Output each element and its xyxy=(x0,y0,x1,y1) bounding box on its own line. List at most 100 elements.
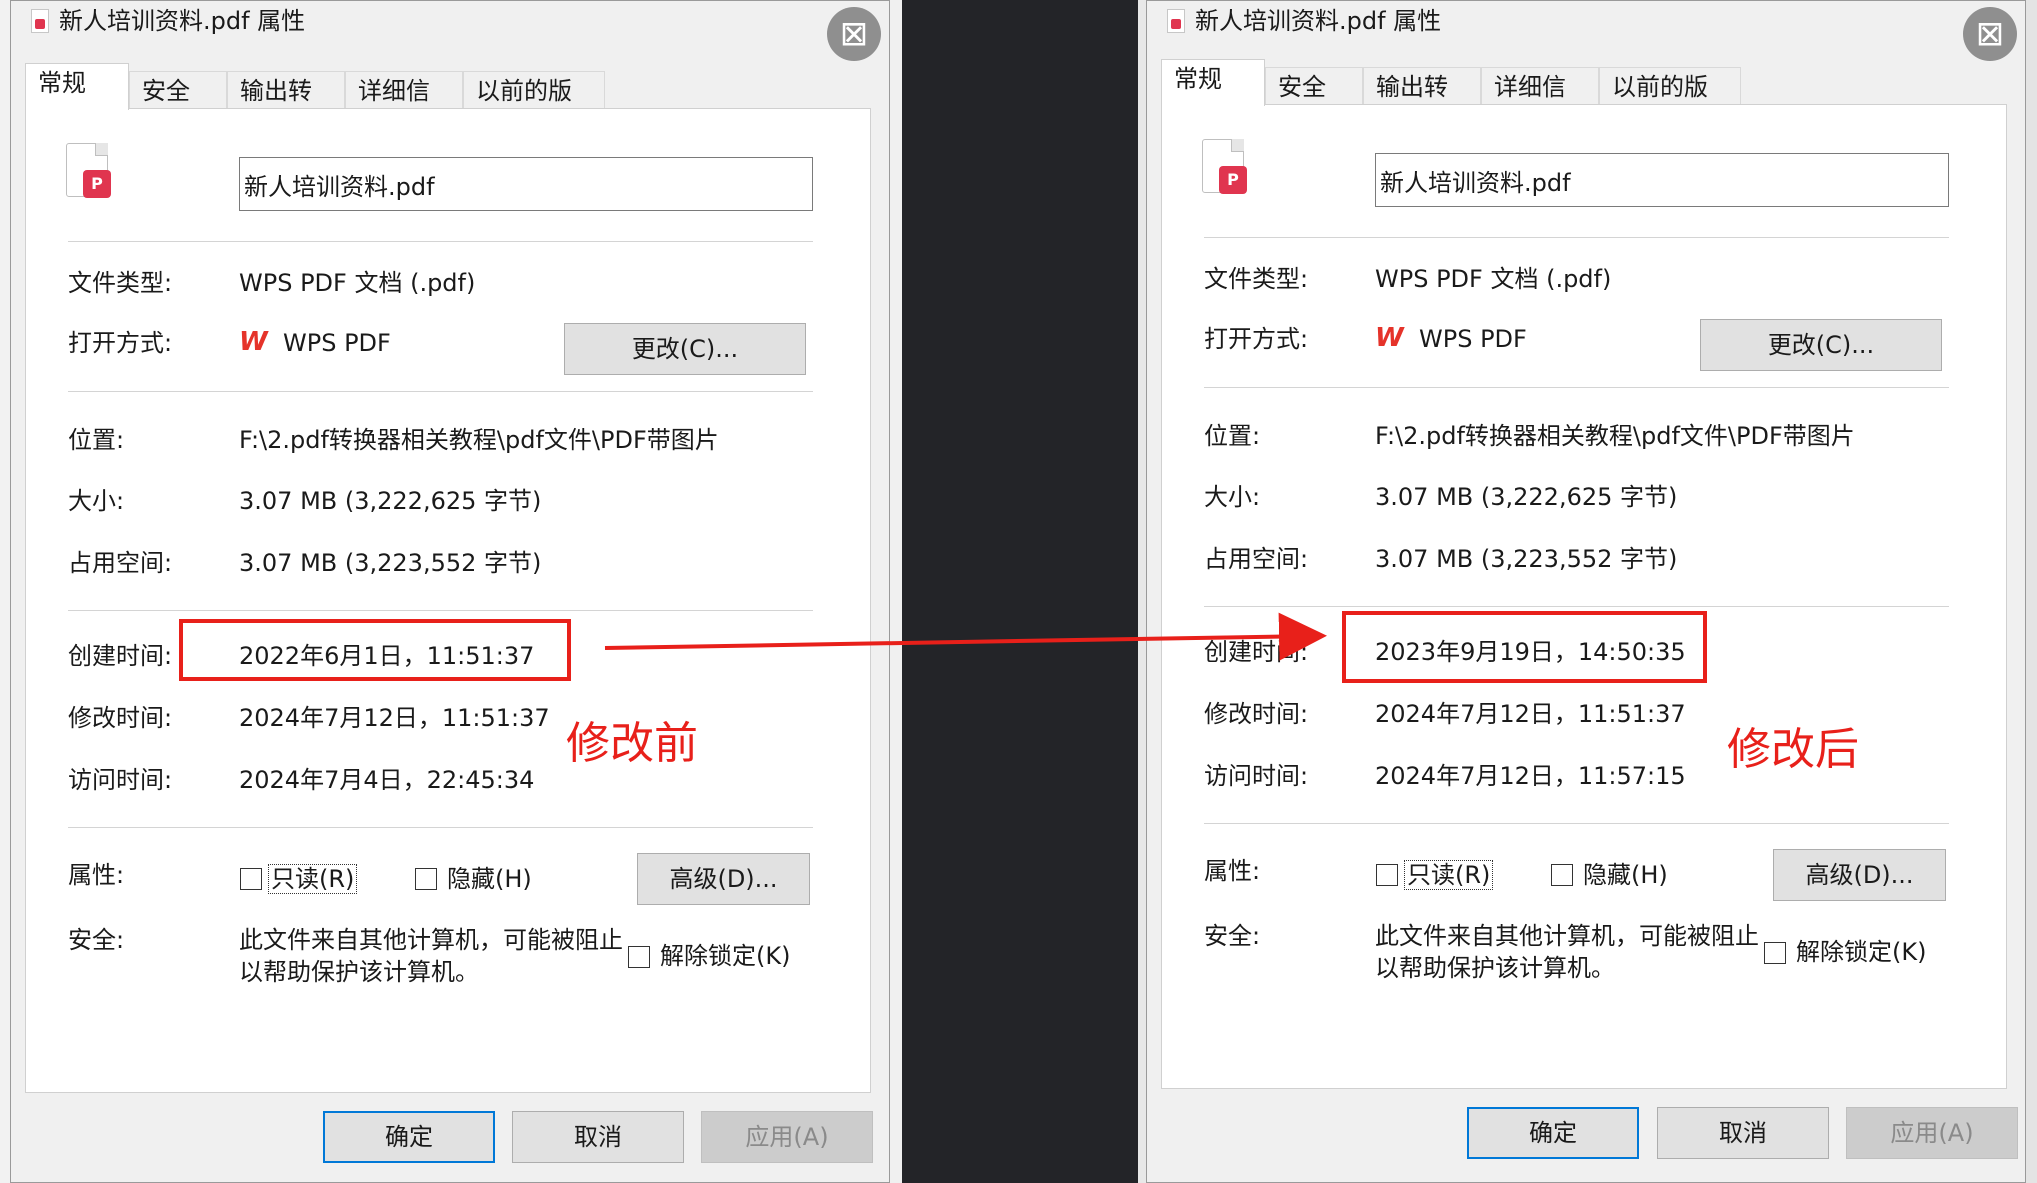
size-on-disk-label: 占用空间: xyxy=(1204,545,1309,573)
file-type-value: WPS PDF 文档 (.pdf) xyxy=(1375,265,1612,293)
annotation-before: 修改前 xyxy=(566,718,698,769)
hidden-checkbox[interactable] xyxy=(415,868,437,890)
cancel-button[interactable]: 取消 xyxy=(1657,1107,1829,1159)
tab-previous-versions[interactable]: 以前的版本 xyxy=(1599,67,1741,139)
size-label: 大小: xyxy=(1204,483,1261,511)
wps-logo-icon: W xyxy=(239,327,268,357)
hidden-label: 隐藏(H) xyxy=(447,865,532,893)
file-type-value: WPS PDF 文档 (.pdf) xyxy=(239,269,476,297)
hidden-label: 隐藏(H) xyxy=(1583,861,1668,889)
title-bar[interactable]: 新人培训资料.pdf 属性 xyxy=(1147,1,2025,43)
advanced-button[interactable]: 高级(D)... xyxy=(1773,849,1946,901)
file-type-label: 文件类型: xyxy=(68,269,173,297)
change-button[interactable]: 更改(C)... xyxy=(564,323,806,375)
tab-output-convert[interactable]: 输出转换 xyxy=(227,71,345,143)
tab-security[interactable]: 安全 xyxy=(129,71,227,109)
readonly-label: 只读(R) xyxy=(268,863,358,895)
tab-previous-versions[interactable]: 以前的版本 xyxy=(463,71,605,143)
readonly-label-text: 只读(R) xyxy=(1404,860,1494,890)
tab-general[interactable]: 常规 xyxy=(1161,59,1265,106)
window-title: 新人培训资料.pdf 属性 xyxy=(1195,7,1442,35)
pdf-file-icon xyxy=(31,9,49,33)
open-with-label: 打开方式: xyxy=(1204,325,1309,353)
file-type-label: 文件类型: xyxy=(1204,265,1309,293)
unblock-checkbox[interactable] xyxy=(1764,942,1786,964)
filename-input[interactable] xyxy=(239,157,813,211)
modified-value: 2024年7月12日，11:51:37 xyxy=(239,704,550,732)
general-panel: P 文件类型: WPS PDF 文档 (.pdf) 打开方式: W WPS PD… xyxy=(25,108,871,1093)
modified-value: 2024年7月12日，11:51:37 xyxy=(1375,700,1686,728)
unblock-checkbox[interactable] xyxy=(628,946,650,968)
divider xyxy=(1204,606,1949,607)
ok-button[interactable]: 确定 xyxy=(323,1111,495,1163)
divider xyxy=(1204,237,1949,238)
hidden-checkbox[interactable] xyxy=(1551,864,1573,886)
open-with-value: WPS PDF xyxy=(1419,325,1527,353)
open-with-value: WPS PDF xyxy=(283,329,391,357)
readonly-checkbox[interactable] xyxy=(240,868,262,890)
modified-label: 修改时间: xyxy=(68,704,173,732)
tab-details[interactable]: 详细信息 xyxy=(345,71,463,143)
security-text: 此文件来自其他计算机，可能被阻止以帮助保护该计算机。 xyxy=(1375,922,1759,982)
security-label: 安全: xyxy=(68,926,125,954)
apply-button[interactable]: 应用(A) xyxy=(1846,1107,2018,1159)
pdf-file-icon: P xyxy=(66,143,111,198)
divider xyxy=(1204,387,1949,388)
security-label: 安全: xyxy=(1204,922,1261,950)
accessed-label: 访问时间: xyxy=(1204,762,1309,790)
size-value: 3.07 MB (3,222,625 字节) xyxy=(239,487,542,515)
accessed-label: 访问时间: xyxy=(68,766,173,794)
location-value: F:\2.pdf转换器相关教程\pdf文件\PDF带图片 xyxy=(1375,422,1855,450)
ok-button[interactable]: 确定 xyxy=(1467,1107,1639,1159)
accessed-value: 2024年7月4日，22:45:34 xyxy=(239,766,535,794)
unblock-label: 解除锁定(K) xyxy=(1796,938,1927,966)
filename-input[interactable] xyxy=(1375,153,1949,207)
pdf-file-icon xyxy=(1167,9,1185,33)
divider xyxy=(68,391,813,392)
divider xyxy=(68,241,813,242)
unblock-label: 解除锁定(K) xyxy=(660,942,791,970)
wps-logo-icon: W xyxy=(1375,323,1404,353)
attributes-label: 属性: xyxy=(1204,857,1261,885)
change-button[interactable]: 更改(C)... xyxy=(1700,319,1942,371)
modified-label: 修改时间: xyxy=(1204,700,1309,728)
background-dark-area xyxy=(902,0,1138,1183)
accessed-value: 2024年7月12日，11:57:15 xyxy=(1375,762,1686,790)
cancel-button[interactable]: 取消 xyxy=(512,1111,684,1163)
apply-button[interactable]: 应用(A) xyxy=(701,1111,873,1163)
created-label: 创建时间: xyxy=(1204,638,1309,666)
created-label: 创建时间: xyxy=(68,642,173,670)
tab-details[interactable]: 详细信息 xyxy=(1481,67,1599,139)
annotation-after: 修改后 xyxy=(1727,724,1859,775)
divider xyxy=(1204,823,1949,824)
attributes-label: 属性: xyxy=(68,861,125,889)
readonly-label-text: 只读(R) xyxy=(268,864,358,894)
location-label: 位置: xyxy=(1204,422,1261,450)
highlight-box xyxy=(1342,611,1707,683)
properties-dialog-before: 新人培训资料.pdf 属性 ⊠ 常规 安全 输出转换 详细信息 以前的版本 P … xyxy=(10,0,890,1183)
size-on-disk-value: 3.07 MB (3,223,552 字节) xyxy=(1375,545,1678,573)
general-panel: P 文件类型: WPS PDF 文档 (.pdf) 打开方式: W WPS PD… xyxy=(1161,104,2007,1089)
location-label: 位置: xyxy=(68,426,125,454)
pdf-file-icon: P xyxy=(1202,139,1247,194)
open-with-label: 打开方式: xyxy=(68,329,173,357)
tab-general[interactable]: 常规 xyxy=(25,63,129,110)
readonly-label: 只读(R) xyxy=(1404,859,1494,891)
size-value: 3.07 MB (3,222,625 字节) xyxy=(1375,483,1678,511)
security-text: 此文件来自其他计算机，可能被阻止以帮助保护该计算机。 xyxy=(239,926,623,986)
tab-security[interactable]: 安全 xyxy=(1265,67,1363,105)
size-on-disk-label: 占用空间: xyxy=(68,549,173,577)
divider xyxy=(68,827,813,828)
title-bar[interactable]: 新人培训资料.pdf 属性 xyxy=(11,1,889,43)
translate-icon[interactable]: ⊠ xyxy=(827,7,881,61)
highlight-box xyxy=(179,619,571,681)
size-on-disk-value: 3.07 MB (3,223,552 字节) xyxy=(239,549,542,577)
tab-output-convert[interactable]: 输出转换 xyxy=(1363,67,1481,139)
translate-icon[interactable]: ⊠ xyxy=(1963,7,2017,61)
background-window-edge xyxy=(890,0,902,1183)
size-label: 大小: xyxy=(68,487,125,515)
readonly-checkbox[interactable] xyxy=(1376,864,1398,886)
advanced-button[interactable]: 高级(D)... xyxy=(637,853,810,905)
properties-dialog-after: 新人培训资料.pdf 属性 ⊠ 常规 安全 输出转换 详细信息 以前的版本 P … xyxy=(1146,0,2026,1183)
divider xyxy=(68,610,813,611)
